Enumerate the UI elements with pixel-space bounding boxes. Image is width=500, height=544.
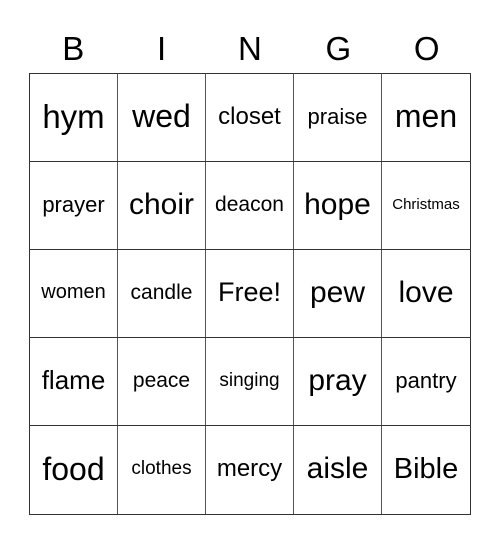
bingo-cell[interactable]: flame — [30, 338, 118, 426]
bingo-cell[interactable]: clothes — [118, 426, 206, 514]
header-letter-i: I — [157, 30, 167, 67]
bingo-cell[interactable]: love — [382, 250, 470, 338]
bingo-cell[interactable]: praise — [294, 74, 382, 162]
bingo-cell[interactable]: choir — [118, 162, 206, 250]
header-letter-o: O — [413, 30, 440, 67]
bingo-cell[interactable]: aisle — [294, 426, 382, 514]
bingo-cell[interactable]: deacon — [206, 162, 294, 250]
bingo-header: B I N G O — [29, 27, 471, 71]
bingo-card-grid: hym wed closet praise men prayer choir d… — [29, 73, 471, 515]
header-letter-n: N — [238, 30, 262, 67]
header-letter-b: B — [62, 30, 85, 67]
bingo-cell[interactable]: men — [382, 74, 470, 162]
bingo-cell[interactable]: singing — [206, 338, 294, 426]
bingo-cell[interactable]: Christmas — [382, 162, 470, 250]
free-space-cell[interactable]: Free! — [206, 250, 294, 338]
bingo-cell[interactable]: food — [30, 426, 118, 514]
bingo-cell[interactable]: hope — [294, 162, 382, 250]
bingo-cell[interactable]: women — [30, 250, 118, 338]
bingo-cell[interactable]: closet — [206, 74, 294, 162]
bingo-cell[interactable]: pantry — [382, 338, 470, 426]
bingo-cell[interactable]: hym — [30, 74, 118, 162]
bingo-cell[interactable]: wed — [118, 74, 206, 162]
bingo-cell[interactable]: peace — [118, 338, 206, 426]
bingo-cell[interactable]: prayer — [30, 162, 118, 250]
bingo-cell[interactable]: candle — [118, 250, 206, 338]
bingo-cell[interactable]: pray — [294, 338, 382, 426]
bingo-cell[interactable]: pew — [294, 250, 382, 338]
bingo-cell[interactable]: Bible — [382, 426, 470, 514]
header-letter-g: G — [325, 30, 352, 67]
bingo-cell[interactable]: mercy — [206, 426, 294, 514]
